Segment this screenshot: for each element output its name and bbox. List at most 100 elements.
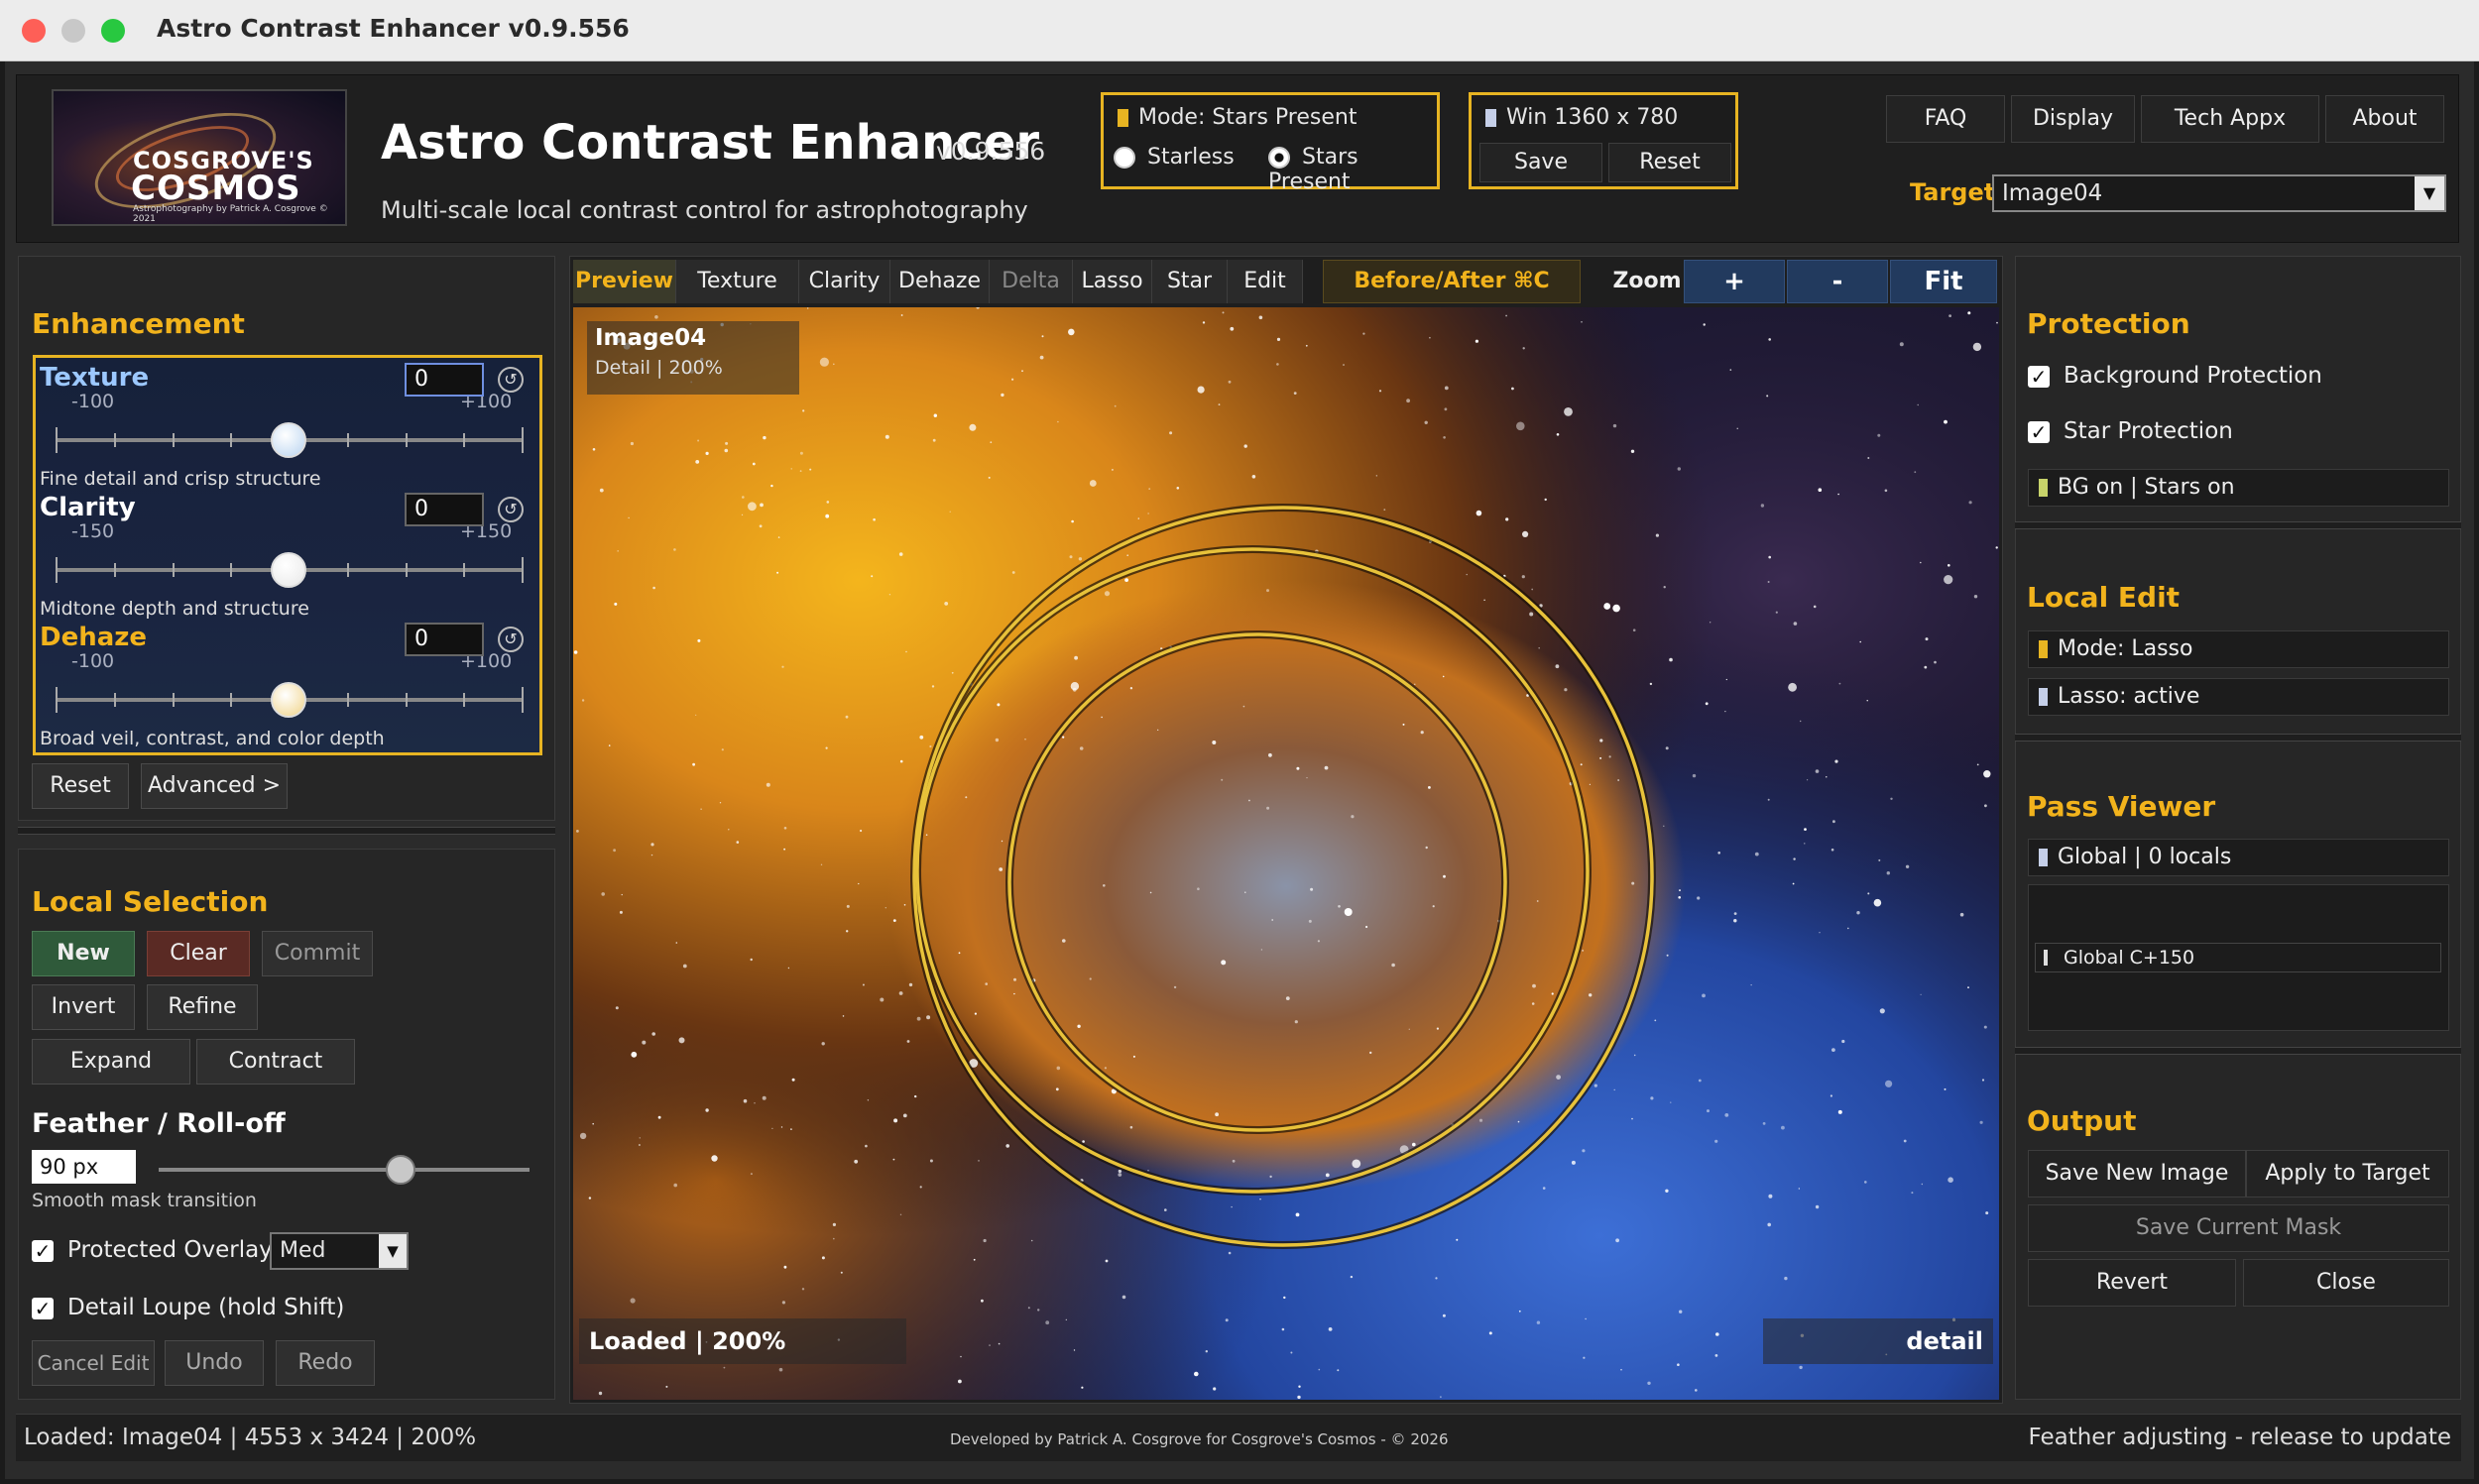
slider-tick bbox=[56, 427, 58, 453]
reset-icon[interactable]: ↺ bbox=[498, 627, 524, 652]
status-indicator-icon bbox=[2039, 479, 2048, 497]
zoom-window-button[interactable] bbox=[101, 19, 125, 43]
slider-tick bbox=[405, 433, 408, 447]
target-select[interactable]: Image04 ▼ bbox=[1992, 174, 2446, 212]
overlay-strength-select[interactable]: Med ▼ bbox=[270, 1232, 409, 1270]
zoom-fit-button[interactable]: Fit bbox=[1890, 260, 1997, 303]
background-protection-checkbox[interactable]: ✓ Background Protection bbox=[2028, 363, 2322, 389]
reset-icon[interactable]: ↺ bbox=[498, 367, 524, 393]
zoom-in-button[interactable]: + bbox=[1684, 260, 1785, 303]
win-indicator-icon bbox=[1485, 109, 1496, 127]
slider-min-label: -100 bbox=[71, 650, 115, 672]
close-button[interactable]: Close bbox=[2243, 1259, 2449, 1307]
close-window-button[interactable] bbox=[22, 19, 46, 43]
slider-tick bbox=[346, 693, 349, 707]
feather-slider-track[interactable] bbox=[159, 1168, 530, 1172]
zoom-out-button[interactable]: - bbox=[1787, 260, 1888, 303]
slider-tick bbox=[463, 433, 466, 447]
panel-divider bbox=[18, 827, 555, 835]
radio-stars-present[interactable]: Stars Present bbox=[1268, 145, 1437, 194]
slider-tick bbox=[346, 563, 349, 577]
save-current-mask-button[interactable]: Save Current Mask bbox=[2028, 1204, 2449, 1252]
slider-value-input[interactable]: 0 bbox=[405, 493, 484, 526]
chevron-down-icon: ▼ bbox=[379, 1234, 407, 1268]
tab-preview[interactable]: Preview bbox=[573, 260, 676, 303]
cancel-edit-button[interactable]: Cancel Edit bbox=[32, 1340, 155, 1386]
enhancement-reset-button[interactable]: Reset bbox=[32, 763, 129, 809]
slider-description: Broad veil, contrast, and color depth bbox=[40, 728, 385, 749]
display-button[interactable]: Display bbox=[2011, 95, 2135, 143]
redo-button[interactable]: Redo bbox=[276, 1340, 375, 1386]
contract-selection-button[interactable]: Contract bbox=[196, 1039, 355, 1084]
slider-value-input[interactable]: 0 bbox=[405, 363, 484, 397]
invert-selection-button[interactable]: Invert bbox=[32, 984, 135, 1030]
pass-list-item[interactable]: Global C+150 bbox=[2035, 943, 2441, 972]
panel-divider bbox=[2015, 1047, 2461, 1055]
window-titlebar: Astro Contrast Enhancer v0.9.556 bbox=[0, 0, 2479, 61]
new-selection-button[interactable]: New bbox=[32, 931, 135, 976]
slider-knob[interactable] bbox=[271, 552, 306, 588]
protection-title: Protection bbox=[2027, 307, 2190, 340]
slider-knob[interactable] bbox=[271, 422, 306, 458]
clear-selection-button[interactable]: Clear bbox=[147, 931, 250, 976]
slider-tick bbox=[405, 693, 408, 707]
image-canvas[interactable]: Image04 Detail | 200% Loaded | 200% deta… bbox=[573, 307, 1999, 1400]
slider-tick bbox=[230, 563, 233, 577]
detail-loupe-checkbox[interactable]: ✓ Detail Loupe (hold Shift) bbox=[32, 1295, 344, 1320]
expand-selection-button[interactable]: Expand bbox=[32, 1039, 190, 1084]
pass-marker-icon bbox=[2044, 950, 2048, 966]
tech-appx-button[interactable]: Tech Appx bbox=[2141, 95, 2319, 143]
faq-button[interactable]: FAQ bbox=[1886, 95, 2005, 143]
apply-to-target-button[interactable]: Apply to Target bbox=[2246, 1150, 2449, 1198]
slider-value-input[interactable]: 0 bbox=[405, 623, 484, 656]
radio-checked-icon bbox=[1268, 147, 1290, 169]
save-button[interactable]: Save bbox=[1479, 143, 1602, 182]
local-edit-title: Local Edit bbox=[2027, 581, 2181, 614]
tab-delta[interactable]: Delta bbox=[990, 260, 1073, 303]
status-bar: Loaded: Image04 | 4553 x 3424 | 200% Dev… bbox=[16, 1414, 2461, 1461]
feather-value-input[interactable]: 90 px bbox=[32, 1150, 136, 1184]
image-sub: Detail | 200% bbox=[595, 357, 723, 379]
checkmark-icon: ✓ bbox=[2028, 365, 2050, 388]
enhancement-title: Enhancement bbox=[32, 307, 245, 340]
save-new-image-button[interactable]: Save New Image bbox=[2028, 1150, 2246, 1198]
image-name: Image04 bbox=[595, 325, 707, 351]
slider-tick bbox=[113, 433, 116, 447]
slider-texture: Texture -100 +100 0 ↺ Fine detail and cr… bbox=[36, 359, 538, 490]
pass-viewer-title: Pass Viewer bbox=[2027, 790, 2216, 823]
reset-icon[interactable]: ↺ bbox=[498, 497, 524, 522]
protected-overlay-checkbox[interactable]: ✓ Protected Overlay bbox=[32, 1237, 273, 1263]
tab-clarity[interactable]: Clarity bbox=[799, 260, 890, 303]
tab-dehaze[interactable]: Dehaze bbox=[890, 260, 990, 303]
refine-selection-button[interactable]: Refine bbox=[147, 984, 258, 1030]
slider-knob[interactable] bbox=[271, 682, 306, 718]
cosgroves-cosmos-logo: COSGROVE'S COSMOS Astrophotography by Pa… bbox=[52, 89, 347, 226]
slider-title: Clarity bbox=[40, 493, 136, 522]
slider-tick bbox=[172, 693, 175, 707]
commit-selection-button[interactable]: Commit bbox=[262, 931, 373, 976]
tab-lasso[interactable]: Lasso bbox=[1073, 260, 1152, 303]
tab-texture[interactable]: Texture bbox=[676, 260, 799, 303]
reset-button[interactable]: Reset bbox=[1608, 143, 1731, 182]
output-title: Output bbox=[2027, 1104, 2137, 1137]
slider-clarity: Clarity -150 +150 0 ↺ Midtone depth and … bbox=[36, 489, 538, 620]
tab-star[interactable]: Star bbox=[1152, 260, 1228, 303]
minimize-window-button[interactable] bbox=[61, 19, 85, 43]
before-after-toggle[interactable]: Before/After ⌘C bbox=[1323, 260, 1581, 303]
about-button[interactable]: About bbox=[2325, 95, 2444, 143]
advanced-button[interactable]: Advanced > bbox=[141, 763, 288, 809]
star-protection-checkbox[interactable]: ✓ Star Protection bbox=[2028, 418, 2233, 444]
tab-edit[interactable]: Edit bbox=[1228, 260, 1303, 303]
revert-button[interactable]: Revert bbox=[2028, 1259, 2236, 1307]
panel-divider bbox=[2015, 734, 2461, 742]
slider-min-label: -100 bbox=[71, 391, 115, 412]
undo-button[interactable]: Undo bbox=[165, 1340, 264, 1386]
slider-tick bbox=[522, 557, 524, 583]
slider-title: Texture bbox=[40, 363, 150, 393]
slider-min-label: -150 bbox=[71, 520, 115, 542]
mode-indicator-icon bbox=[1118, 109, 1128, 127]
slider-tick bbox=[522, 427, 524, 453]
pass-viewer-status: Global | 0 locals bbox=[2028, 839, 2449, 876]
loaded-overlay: Loaded | 200% bbox=[579, 1318, 906, 1364]
radio-starless[interactable]: Starless bbox=[1114, 145, 1235, 170]
